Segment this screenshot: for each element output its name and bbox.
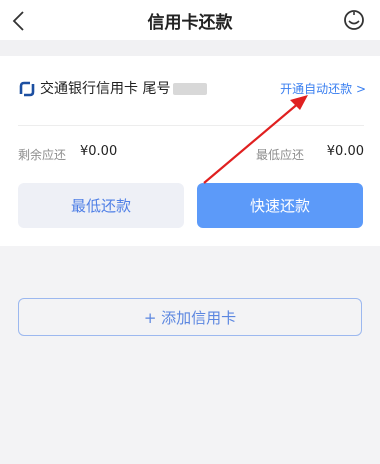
- amounts-row: 剩余应还 ¥0.00 最低应还 ¥0.00: [18, 144, 364, 164]
- remaining-due-value: ¥0.00: [80, 144, 118, 159]
- customer-service-icon: [344, 10, 364, 30]
- bank-row: 交通银行信用卡 尾号 开通自动还款 >: [18, 78, 366, 100]
- customer-service-button[interactable]: [340, 6, 368, 34]
- top-bar: 信用卡还款: [0, 0, 380, 40]
- minimum-due-label: 最低应还: [255, 148, 304, 162]
- section-gap: [0, 40, 380, 56]
- minimum-repay-button[interactable]: 最低还款: [18, 183, 184, 228]
- enable-auto-repay-link[interactable]: 开通自动还款 >: [280, 78, 366, 100]
- fast-repay-button[interactable]: 快速还款: [197, 183, 363, 228]
- page-title: 信用卡还款: [147, 13, 233, 33]
- minimum-due-value: ¥0.00: [326, 144, 364, 159]
- bocom-logo-icon: [19, 81, 35, 97]
- remaining-due-label: 剩余应还: [18, 148, 67, 162]
- card-tail-number-masked: [173, 83, 208, 95]
- add-credit-card-button[interactable]: + 添加信用卡: [18, 298, 362, 336]
- credit-card-panel: 交通银行信用卡 尾号 开通自动还款 > 剩余应还 ¥0.00 最低应还 ¥0.0…: [0, 56, 380, 246]
- bank-card-name: 交通银行信用卡 尾号: [40, 78, 208, 100]
- divider: [18, 125, 364, 126]
